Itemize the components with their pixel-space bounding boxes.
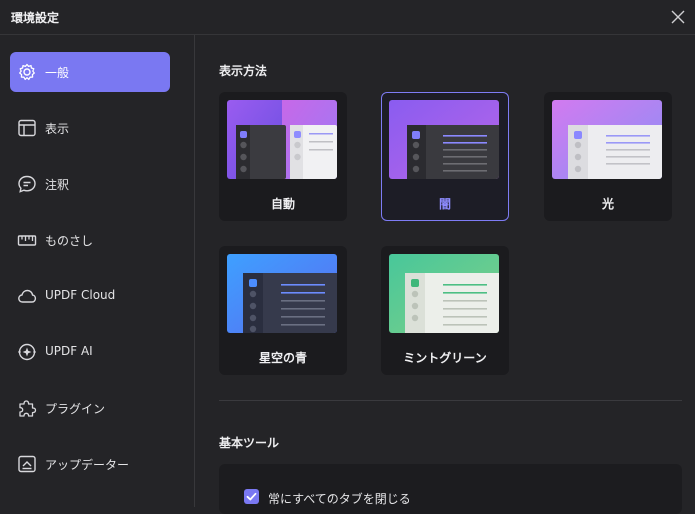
close-all-tabs-label: 常にすべてのタブを閉じる bbox=[268, 492, 411, 506]
sidebar-item-label: 注釈 bbox=[45, 178, 70, 192]
puzzle-icon bbox=[19, 400, 37, 417]
gear-icon bbox=[19, 63, 35, 81]
theme-label: 星空の青 bbox=[258, 351, 307, 365]
sidebar-item-label: 一般 bbox=[45, 66, 70, 80]
theme-label: 自動 bbox=[270, 197, 295, 211]
theme-label: 光 bbox=[601, 197, 614, 211]
layout-icon bbox=[18, 119, 36, 137]
theme-option-light[interactable]: 光 bbox=[544, 92, 672, 221]
theme-option-dark[interactable]: 闇 bbox=[381, 92, 509, 221]
window-title: 環境設定 bbox=[11, 11, 60, 25]
sidebar-item-plugins[interactable]: プラグイン bbox=[10, 388, 170, 428]
theme-preview-starry-blue bbox=[227, 254, 337, 333]
sidebar-item-annotation[interactable]: 注釈 bbox=[10, 164, 170, 204]
comment-icon bbox=[18, 175, 36, 193]
close-icon[interactable] bbox=[667, 6, 689, 28]
sidebar-item-ruler[interactable]: ものさし bbox=[10, 220, 170, 260]
theme-label: ミントグリーン bbox=[403, 351, 487, 365]
sidebar-item-general[interactable]: 一般 bbox=[10, 52, 170, 92]
theme-label: 闇 bbox=[438, 197, 451, 211]
sidebar-item-label: アップデーター bbox=[45, 458, 130, 472]
update-icon bbox=[18, 455, 36, 473]
theme-preview-auto bbox=[227, 100, 337, 179]
sidebar-item-ai[interactable]: UPDF AI bbox=[10, 332, 170, 372]
theme-option-auto[interactable]: 自動 bbox=[219, 92, 347, 221]
check-icon bbox=[246, 492, 257, 501]
sidebar-item-label: UPDF Cloud bbox=[45, 288, 116, 302]
sidebar-item-label: UPDF AI bbox=[45, 344, 93, 358]
section-divider bbox=[219, 400, 682, 401]
basic-tools-title: 基本ツール bbox=[219, 436, 280, 450]
theme-preview-light bbox=[552, 100, 662, 179]
close-all-tabs-checkbox[interactable] bbox=[244, 489, 259, 504]
display-mode-title: 表示方法 bbox=[219, 64, 268, 78]
settings-panel: 表示方法 自動 闇 光 星空の青 ミントグリーン 基本ツール 常にすべてのタブを… bbox=[195, 35, 695, 514]
ruler-icon bbox=[17, 235, 37, 246]
cloud-icon bbox=[18, 289, 37, 303]
sidebar-item-label: 表示 bbox=[45, 122, 70, 136]
title-bar: 環境設定 bbox=[0, 0, 695, 35]
theme-preview-dark bbox=[389, 100, 499, 179]
theme-option-mint-green[interactable]: ミントグリーン bbox=[381, 246, 509, 375]
sidebar-item-label: ものさし bbox=[45, 234, 94, 248]
theme-option-starry-blue[interactable]: 星空の青 bbox=[219, 246, 347, 375]
sidebar-item-label: プラグイン bbox=[45, 402, 106, 416]
sidebar: 一般 表示 注釈 ものさし UPDF Cloud UPDF AI プラグイン ア… bbox=[0, 35, 195, 507]
sidebar-item-updater[interactable]: アップデーター bbox=[10, 444, 170, 484]
sidebar-item-cloud[interactable]: UPDF Cloud bbox=[10, 276, 170, 316]
sidebar-item-display[interactable]: 表示 bbox=[10, 108, 170, 148]
ai-icon bbox=[18, 343, 36, 361]
theme-preview-mint-green bbox=[389, 254, 499, 333]
